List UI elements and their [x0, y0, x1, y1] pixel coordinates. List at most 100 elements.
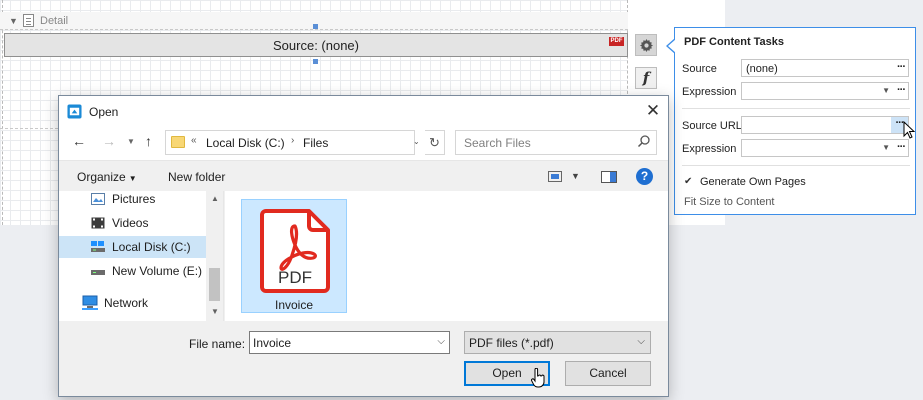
- dropdown-arrow-icon[interactable]: ▼: [882, 143, 890, 152]
- pdf-file-icon: PDF: [260, 209, 330, 293]
- videos-icon: [91, 217, 105, 229]
- preview-pane-icon[interactable]: [601, 171, 617, 183]
- chevron-down-icon[interactable]: ⌵: [437, 336, 445, 347]
- nav-item-label: Pictures: [112, 192, 156, 206]
- smart-tag-button[interactable]: [635, 34, 657, 56]
- change-view-icon[interactable]: [548, 171, 562, 182]
- expression-label: Expression: [682, 143, 737, 155]
- refresh-button[interactable]: ↻: [425, 130, 445, 155]
- pdf-content-control[interactable]: Source: (none) PDF: [4, 33, 628, 57]
- view-options-dropdown-icon[interactable]: ▼: [571, 171, 580, 181]
- organize-label: Organize: [77, 170, 126, 184]
- forward-arrow-icon[interactable]: →: [102, 133, 116, 149]
- generate-own-pages-checkbox[interactable]: ✔: [684, 176, 695, 187]
- dialog-titlebar[interactable]: Open ✕: [59, 96, 668, 126]
- selection-handle-top[interactable]: [313, 24, 318, 29]
- folder-icon: [171, 136, 185, 148]
- nav-item-pictures[interactable]: Pictures: [59, 191, 206, 210]
- scroll-down-arrow-icon[interactable]: ▼: [211, 307, 219, 316]
- nav-item-label: Videos: [112, 216, 149, 230]
- expression-label: Expression: [682, 86, 737, 98]
- source-ellipsis-button[interactable]: ···: [897, 61, 906, 73]
- navigation-pane: Pictures Videos Local Disk (C:) New Volu…: [59, 191, 224, 321]
- left-margin-line: [2, 0, 3, 225]
- search-icon[interactable]: [637, 134, 651, 148]
- pdf-badge-icon: PDF: [609, 37, 624, 46]
- panel-separator: [682, 108, 910, 109]
- breadcrumb-folder[interactable]: Files: [303, 136, 328, 150]
- recent-locations-icon[interactable]: ▼: [127, 137, 135, 146]
- hand-pointer-cursor-icon: [531, 368, 545, 388]
- nav-item-label: Network: [104, 296, 149, 310]
- dropdown-arrow-icon[interactable]: ▼: [882, 86, 890, 95]
- file-name-label: Invoice: [274, 298, 314, 312]
- file-name-input[interactable]: Invoice ⌵: [249, 331, 450, 354]
- function-icon: f: [642, 69, 650, 87]
- file-item-invoice[interactable]: PDF Invoice: [241, 199, 347, 313]
- scrollbar-thumb[interactable]: [209, 268, 220, 301]
- expression-row-2: Expression ▼ ···: [682, 139, 910, 159]
- expression-ellipsis-button[interactable]: ···: [897, 141, 906, 153]
- band-icon: [23, 14, 34, 27]
- mouse-cursor-icon: [903, 121, 916, 139]
- pdf-source-text: Source: (none): [273, 38, 359, 53]
- address-dropdown-icon[interactable]: ⌄: [413, 137, 420, 146]
- navigation-scrollbar[interactable]: ▲ ▼: [206, 191, 223, 321]
- expression-button[interactable]: f: [635, 67, 657, 89]
- pictures-icon: [91, 193, 105, 205]
- panel-separator: [682, 165, 910, 166]
- pdf-content-tasks-panel: PDF Content Tasks Source (none) ··· Expr…: [666, 27, 916, 215]
- source-field[interactable]: (none) ···: [741, 59, 909, 77]
- close-icon[interactable]: ✕: [638, 96, 668, 126]
- nav-item-label: New Volume (E:): [112, 264, 203, 278]
- fit-size-to-content-link[interactable]: Fit Size to Content: [684, 196, 775, 208]
- pdf-type-label: PDF: [278, 268, 312, 287]
- file-type-filter-value: PDF files (*.pdf): [469, 336, 554, 350]
- refresh-icon: ↻: [429, 135, 440, 150]
- scroll-up-arrow-icon[interactable]: ▲: [211, 194, 219, 203]
- breadcrumb-drive[interactable]: Local Disk (C:): [206, 136, 285, 150]
- nav-item-local-disk-c[interactable]: Local Disk (C:): [59, 236, 206, 258]
- expression-field-1[interactable]: ▼ ···: [741, 82, 909, 100]
- search-placeholder: Search Files: [464, 136, 531, 150]
- expression-ellipsis-button[interactable]: ···: [897, 84, 906, 96]
- nav-item-new-volume-e[interactable]: New Volume (E:): [59, 260, 206, 282]
- dialog-title: Open: [89, 105, 119, 119]
- gear-icon: [640, 39, 653, 52]
- up-arrow-icon[interactable]: ↑: [145, 133, 152, 149]
- generate-own-pages-label[interactable]: Generate Own Pages: [700, 176, 806, 188]
- source-url-row: Source URL ···: [682, 116, 910, 136]
- chevron-down-icon[interactable]: ⌵: [637, 336, 645, 347]
- file-type-filter-select[interactable]: PDF files (*.pdf) ⌵: [464, 331, 651, 354]
- search-box[interactable]: Search Files: [455, 130, 657, 155]
- open-file-dialog: Open ✕ ← → ▼ ↑ « Local Disk (C:) › Files…: [58, 95, 669, 397]
- source-value: (none): [746, 63, 778, 75]
- file-name-value: Invoice: [253, 336, 292, 350]
- panel-title: PDF Content Tasks: [684, 36, 785, 48]
- drive-icon: [91, 241, 105, 252]
- app-icon: [67, 104, 82, 119]
- help-icon[interactable]: ?: [636, 168, 653, 185]
- source-url-label: Source URL: [682, 120, 742, 132]
- file-name-field-label: File name:: [189, 337, 246, 351]
- organize-menu[interactable]: Organize ▼: [77, 170, 137, 184]
- overflow-chevron[interactable]: «: [191, 135, 197, 146]
- expression-row-1: Expression ▼ ···: [682, 82, 910, 102]
- nav-item-videos[interactable]: Videos: [59, 212, 206, 234]
- drive-icon: [91, 270, 105, 275]
- selection-handle-bottom[interactable]: [313, 59, 318, 64]
- address-bar[interactable]: « Local Disk (C:) › Files: [165, 130, 415, 155]
- new-folder-button[interactable]: New folder: [168, 170, 225, 184]
- cancel-button[interactable]: Cancel: [565, 361, 651, 386]
- command-bar: Organize ▼ New folder ▼ ?: [59, 160, 668, 191]
- nav-item-label: Local Disk (C:): [112, 240, 191, 254]
- expression-field-2[interactable]: ▼ ···: [741, 139, 909, 157]
- back-arrow-icon[interactable]: ←: [72, 133, 86, 149]
- source-url-field[interactable]: ···: [741, 116, 909, 134]
- dropdown-arrow-icon: ▼: [128, 174, 137, 183]
- navigation-bar: ← → ▼ ↑ « Local Disk (C:) › Files ⌄ ↻ Se…: [59, 126, 668, 160]
- nav-item-network[interactable]: Network: [59, 292, 206, 314]
- file-list-pane: PDF Invoice: [225, 191, 668, 321]
- collapse-arrow-icon[interactable]: ▼: [9, 16, 18, 26]
- breadcrumb-separator-icon[interactable]: ›: [291, 135, 294, 146]
